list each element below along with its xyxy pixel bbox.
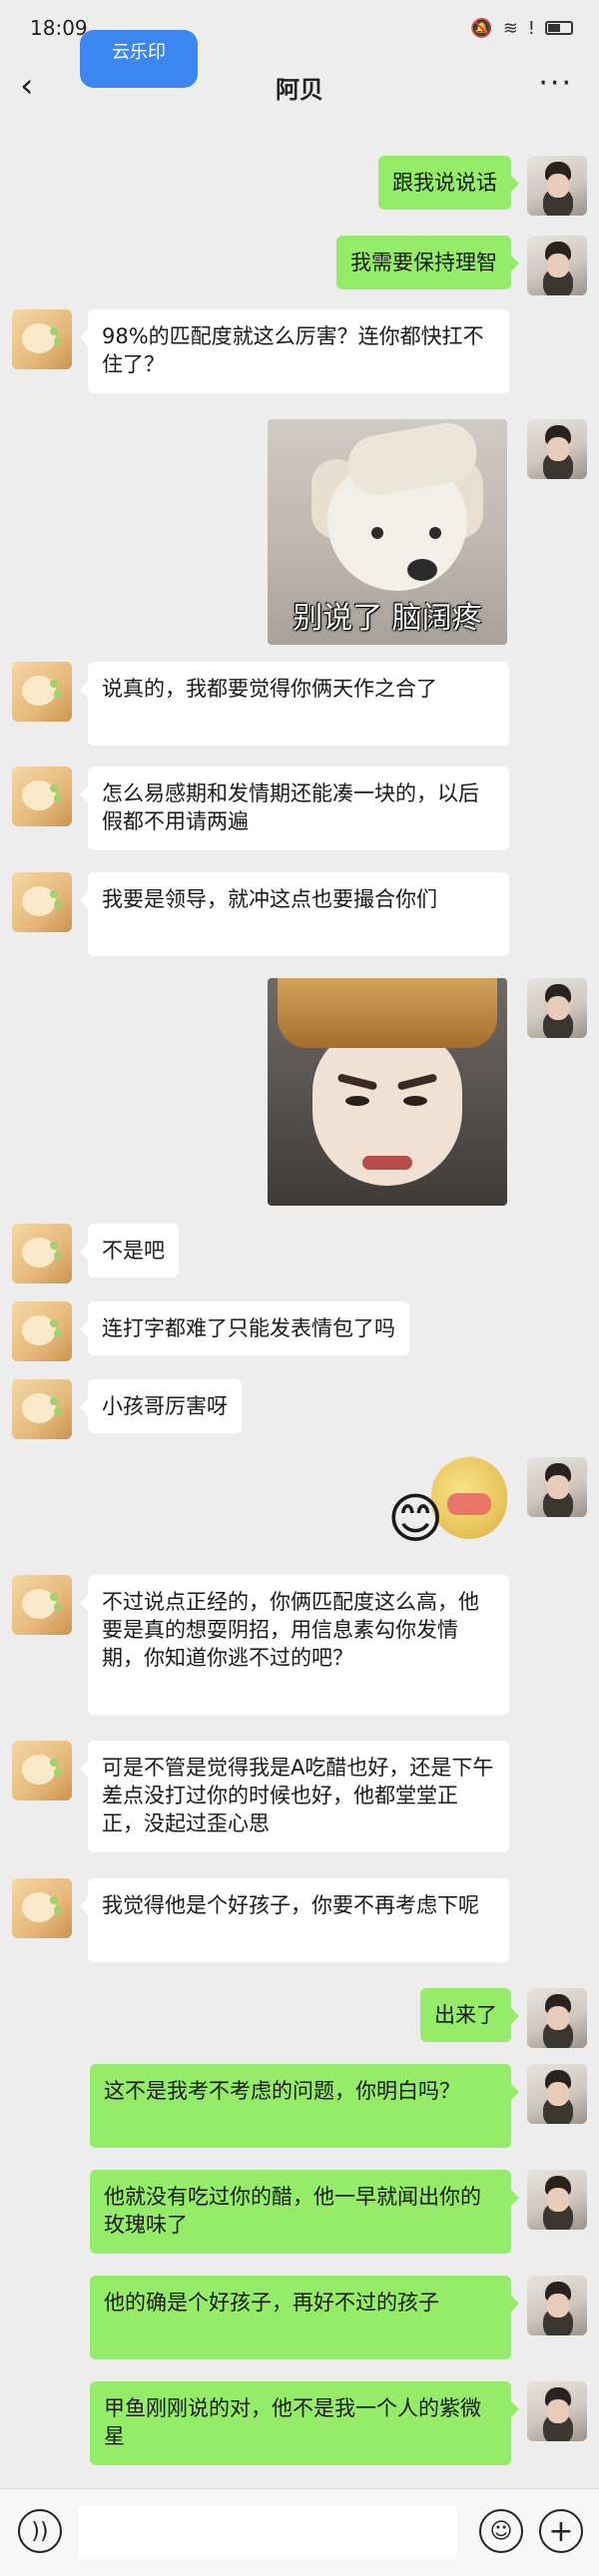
message-bubble-self[interactable]: 这不是我考不考虑的问题，你明白吗？ <box>90 2064 519 2148</box>
sticker-caption: 别说了 脑阔疼 <box>293 601 482 636</box>
chat-header: ‹ 阿贝 ··· <box>0 56 599 118</box>
avatar-other[interactable] <box>12 662 72 722</box>
avatar-self[interactable] <box>527 2170 587 2230</box>
smile-emoji-icon: 😊 <box>387 1487 444 1550</box>
message-bubble-other[interactable]: 不过说点正经的，你俩匹配度这么高，他要是真的想耍阴招，用信息素勾你发情期，你知道… <box>80 1575 509 1715</box>
dog-eye <box>429 527 441 539</box>
avatar-self[interactable] <box>527 1988 587 2048</box>
battery-icon <box>545 21 573 35</box>
alert-icon: ! <box>527 17 535 39</box>
avatar-self[interactable] <box>527 236 587 295</box>
avatar-self[interactable] <box>527 2064 587 2124</box>
avatar-other[interactable] <box>12 872 72 932</box>
message-bubble-other[interactable]: 我觉得他是个好孩子，你要不再考虑下呢 <box>80 1878 509 1962</box>
mute-icon: 🔕 <box>470 17 493 39</box>
message-bubble-other[interactable]: 98%的匹配度就这么厉害？连你都快扛不住了？ <box>80 309 509 393</box>
dog-eye <box>371 527 383 539</box>
face-eye <box>403 1096 427 1106</box>
wifi-icon: ≋ <box>502 17 518 39</box>
message-bubble-self[interactable]: 跟我说说话 <box>378 156 519 210</box>
face-crown <box>278 978 497 1048</box>
back-icon[interactable]: ‹ <box>20 64 34 108</box>
message-bubble-other[interactable]: 我要是领导，就冲这点也要撮合你们 <box>80 872 509 956</box>
message-bubble-other[interactable]: 可是不管是觉得我是A吃醋也好，还是下午差点没打过你的时候也好，他都堂堂正正，没起… <box>80 1741 509 1852</box>
message-bubble-self[interactable]: 他的确是个好孩子，再好不过的孩子 <box>90 2276 519 2359</box>
emoji-icon[interactable]: ☺ <box>479 2509 523 2553</box>
message-bubble-other[interactable]: 不是吧 <box>80 1224 179 1278</box>
dog-nose <box>407 559 437 581</box>
message-bubble-other[interactable]: 怎么易感期和发情期还能凑一块的，以后假都不用请两遍 <box>80 767 509 850</box>
dog-sticker[interactable]: 别说了 脑阔疼 <box>268 419 507 645</box>
voice-icon[interactable]: )) <box>18 2509 62 2553</box>
chat-title: 阿贝 <box>276 75 323 104</box>
message-input[interactable] <box>78 2505 457 2559</box>
avatar-self[interactable] <box>527 978 587 1038</box>
avatar-self[interactable] <box>527 1457 587 1517</box>
face-sticker[interactable] <box>268 978 507 1206</box>
face-eye <box>345 1096 369 1106</box>
avatar-self[interactable] <box>527 156 587 216</box>
avatar-other[interactable] <box>12 1301 72 1361</box>
message-list[interactable]: 跟我说说话 我需要保持理智 98%的匹配度就这么厉害？连你都快扛不住了？ 别说了… <box>0 118 599 2488</box>
avatar-self[interactable] <box>527 419 587 479</box>
message-bubble-self[interactable]: 甲鱼刚刚说的对，他不是我一个人的紫微星 <box>90 2381 519 2465</box>
face-mouth <box>362 1156 412 1170</box>
message-bubble-self[interactable]: 他就没有吃过你的醋，他一早就闻出你的玫瑰味了 <box>90 2170 519 2254</box>
message-bubble-other[interactable]: 连打字都难了只能发表情包了吗 <box>80 1301 409 1355</box>
emoji-sticker[interactable]: 😊 <box>387 1457 507 1557</box>
avatar-other[interactable] <box>12 767 72 826</box>
avatar-other[interactable] <box>12 1878 72 1938</box>
avatar-other[interactable] <box>12 1379 72 1439</box>
avatar-self[interactable] <box>527 2276 587 2335</box>
avatar-other[interactable] <box>12 1224 72 1284</box>
status-time: 18:09 <box>30 16 88 40</box>
avatar-other[interactable] <box>12 1741 72 1801</box>
status-icons: 🔕 ≋ ! <box>470 18 573 39</box>
more-icon[interactable]: ··· <box>538 64 573 104</box>
avatar-self[interactable] <box>527 2381 587 2441</box>
message-bubble-other[interactable]: 小孩哥厉害呀 <box>80 1379 242 1433</box>
message-bubble-other[interactable]: 说真的，我都要觉得你俩天作之合了 <box>80 662 509 746</box>
message-bubble-self[interactable]: 我需要保持理智 <box>336 236 519 289</box>
avatar-other[interactable] <box>12 309 72 369</box>
avatar-other[interactable] <box>12 1575 72 1635</box>
input-bar: )) ☺ + <box>0 2488 599 2576</box>
plus-icon[interactable]: + <box>539 2509 583 2553</box>
message-bubble-self[interactable]: 出来了 <box>420 1988 519 2042</box>
